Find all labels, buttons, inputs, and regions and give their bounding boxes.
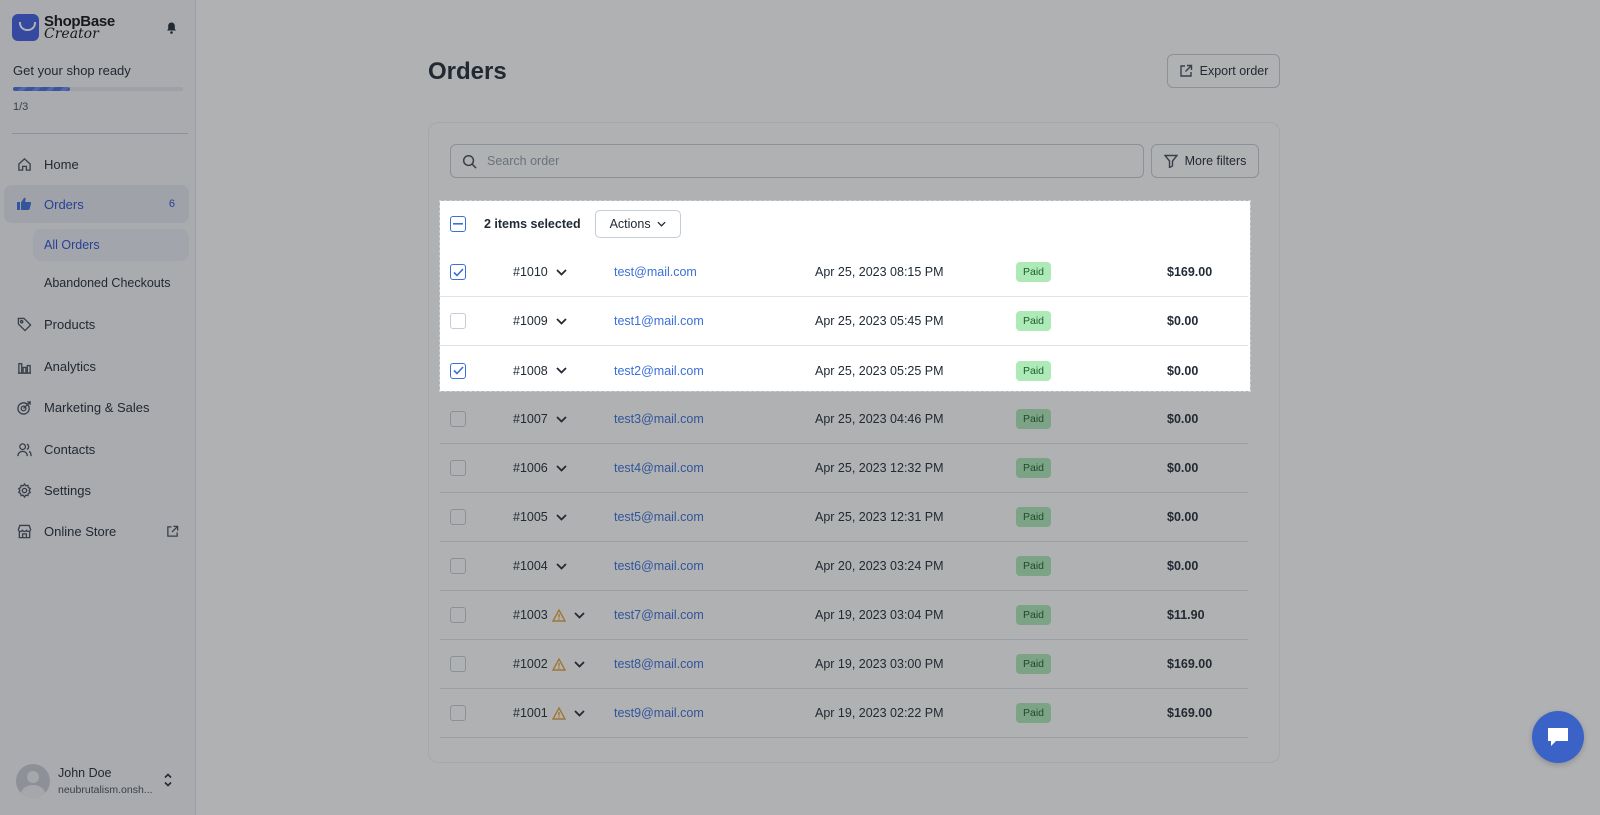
customer-email-link[interactable]: test1@mail.com xyxy=(614,314,704,328)
table-row[interactable]: #1010 test@mail.com Apr 25, 2023 08:15 PM P… xyxy=(440,248,1248,297)
table-row[interactable]: #1009 test1@mail.com Apr 25, 2023 05:45 PM… xyxy=(440,297,1248,346)
order-id-text: #1010 xyxy=(513,265,548,279)
order-date: Apr 25, 2023 08:15 PM xyxy=(815,265,944,279)
payment-status-badge: Paid xyxy=(1016,360,1052,381)
row-checkbox[interactable] xyxy=(450,264,466,280)
customer-email-link[interactable]: test@mail.com xyxy=(614,265,697,279)
order-id[interactable]: #1008 xyxy=(513,364,567,378)
order-id[interactable]: #1010 xyxy=(513,265,567,279)
checkmark-icon xyxy=(452,366,464,375)
items-selected-label: 2 items selected xyxy=(484,217,581,231)
order-id-text: #1009 xyxy=(513,314,548,328)
actions-dropdown[interactable]: Actions xyxy=(594,210,681,238)
chevron-down-icon[interactable] xyxy=(556,367,567,374)
payment-status-badge: Paid xyxy=(1016,311,1052,331)
order-total: $169.00 xyxy=(1167,265,1213,279)
order-total: $0.00 xyxy=(1167,314,1199,328)
checkmark-icon xyxy=(452,267,464,277)
chat-icon xyxy=(1548,728,1568,746)
chevron-down-icon[interactable] xyxy=(556,317,567,325)
row-checkbox[interactable] xyxy=(450,313,466,329)
order-total: $0.00 xyxy=(1167,363,1199,378)
actions-label: Actions xyxy=(609,217,651,231)
select-all-checkbox[interactable] xyxy=(450,216,466,232)
order-date: Apr 25, 2023 05:45 PM xyxy=(815,314,944,328)
chat-button[interactable] xyxy=(1532,711,1584,763)
minus-icon xyxy=(453,223,463,225)
chevron-down-icon xyxy=(657,221,666,227)
order-id-text: #1008 xyxy=(513,363,548,378)
table-row[interactable]: #1008 test2@mail.com Apr 25, 2023 05:25 PM… xyxy=(440,346,1248,395)
order-date: Apr 25, 2023 05:25 PM xyxy=(815,363,944,378)
chevron-down-icon[interactable] xyxy=(556,268,567,276)
bulk-action-bar: 2 items selected Actions xyxy=(440,202,1248,246)
row-checkbox[interactable] xyxy=(450,362,466,379)
payment-status-badge: Paid xyxy=(1016,262,1052,282)
order-id[interactable]: #1009 xyxy=(513,314,567,328)
customer-email-link[interactable]: test2@mail.com xyxy=(614,364,704,378)
